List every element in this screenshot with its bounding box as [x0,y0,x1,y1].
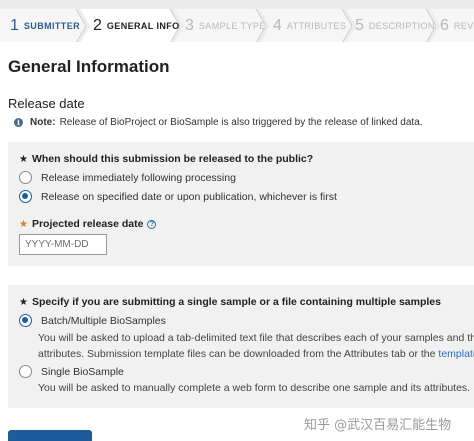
required-star-icon: ★ [19,296,28,308]
radio-label: Release immediately following processing [41,171,236,184]
step-label: GENERAL INFO [106,21,180,31]
continue-button[interactable] [8,430,92,441]
radio-release-immediately[interactable]: Release immediately following processing [19,171,236,184]
step-number: 6 [440,17,449,34]
radio-batch-biosamples[interactable]: Batch/Multiple BioSamples [19,314,166,327]
radio-button[interactable] [19,171,32,184]
batch-desc-line2: attributes. Submission template files ca… [38,346,474,362]
radio-button-selected[interactable] [19,314,32,327]
step-label: SAMPLE TYPE [198,21,266,31]
radio-button[interactable] [19,365,32,378]
step-submitter[interactable]: 1 SUBMITTER [0,9,86,42]
step-sample-type[interactable]: 3 SAMPLE TYPE [174,9,266,42]
templates-link[interactable]: templates p [438,348,474,360]
release-note: i Note: Release of BioProject or BioSamp… [14,117,423,128]
step-label: DESCRIPTION [368,21,435,31]
step-number: 2 [93,17,102,34]
projected-date-label: ★ Projected release date ? [19,218,157,230]
step-label: ATTRIBUTES [286,21,347,31]
radio-label: Single BioSample [41,365,124,378]
single-description: You will be asked to manually complete a… [38,382,471,394]
info-icon: i [14,118,23,127]
projected-release-date-input[interactable] [19,234,107,255]
batch-desc-line2-text: attributes. Submission template files ca… [38,348,436,360]
batch-desc-line1: You will be asked to upload a tab-delimi… [38,332,474,344]
help-icon[interactable]: ? [147,219,157,229]
sample-panel: ★ Specify if you are submitting a single… [8,285,474,408]
step-general-info[interactable]: 2 GENERAL INFO [80,9,180,42]
release-question: ★ When should this submission be release… [19,153,313,165]
step-description[interactable]: 5 DESCRIPTION [346,9,436,42]
release-question-text: When should this submission be released … [31,153,314,165]
watermark: 知乎 @武汉百易汇能生物 [304,418,452,433]
progress-steps: 1 SUBMITTER 2 GENERAL INFO 3 SAMPLE TYPE… [0,0,474,42]
step-review[interactable]: 6 REVIE [430,9,474,42]
step-number: 5 [355,17,364,34]
note-text: Release of BioProject or BioSample is al… [59,117,423,128]
required-star-icon: ★ [19,153,28,165]
step-attributes[interactable]: 4 ATTRIBUTES [260,9,352,42]
radio-single-biosample[interactable]: Single BioSample [19,365,124,378]
required-star-icon: ★ [19,218,28,230]
batch-description: You will be asked to upload a tab-delimi… [38,330,474,362]
radio-label: Batch/Multiple BioSamples [41,314,166,327]
radio-button-selected[interactable] [19,190,32,203]
radio-release-specified-date[interactable]: Release on specified date or upon public… [19,190,337,203]
projected-date-text: Projected release date [31,218,144,230]
step-number: 3 [185,17,194,34]
sample-question-text: Specify if you are submitting a single s… [31,296,441,308]
note-label: Note: [30,117,56,128]
step-number: 1 [10,17,19,34]
step-number: 4 [273,17,282,34]
step-label: REVIE [453,21,474,31]
step-label: SUBMITTER [23,21,81,31]
page-title: General Information [8,57,170,76]
sample-question: ★ Specify if you are submitting a single… [19,296,441,308]
radio-label: Release on specified date or upon public… [41,190,337,203]
release-date-heading: Release date [8,96,85,111]
release-panel: ★ When should this submission be release… [8,142,474,266]
